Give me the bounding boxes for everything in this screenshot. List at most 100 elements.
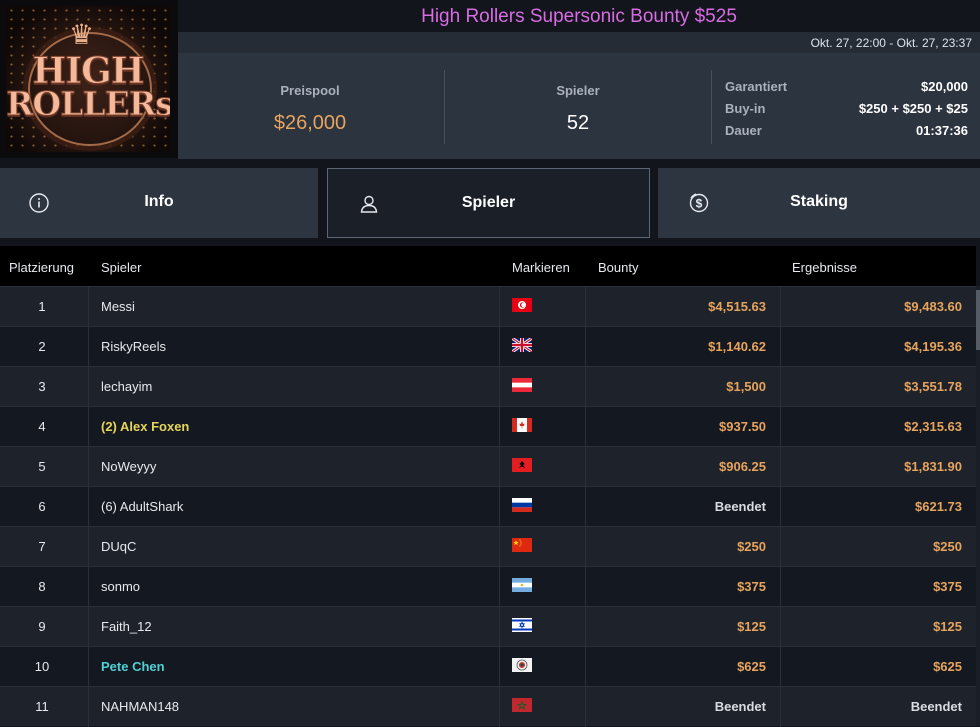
row-player-name[interactable]: NAHMAN148 xyxy=(101,699,179,714)
row-rank: 3 xyxy=(38,379,46,394)
row-result: $250 xyxy=(933,539,962,554)
buy-in-label: Buy-in xyxy=(725,101,766,116)
column-divider xyxy=(499,407,500,447)
row-player-name[interactable]: Pete Chen xyxy=(101,659,165,674)
players-count-label: Spieler xyxy=(556,83,600,98)
row-result: $1,831.90 xyxy=(904,459,962,474)
guaranteed-value: $20,000 xyxy=(921,79,968,94)
row-bounty: $375 xyxy=(737,579,766,594)
header-flag[interactable]: Markieren xyxy=(512,260,570,275)
row-bounty: $625 xyxy=(737,659,766,674)
column-divider xyxy=(88,687,89,727)
column-divider xyxy=(780,607,781,647)
row-player-name[interactable]: Messi xyxy=(101,299,135,314)
column-divider xyxy=(585,367,586,407)
row-rank: 11 xyxy=(35,699,49,714)
row-result: $375 xyxy=(933,579,962,594)
column-divider xyxy=(88,447,89,487)
row-rank: 6 xyxy=(38,499,46,514)
column-divider xyxy=(585,327,586,367)
table-row[interactable]: 2 RiskyReels $1,140.62 $4,195.36 xyxy=(0,326,976,367)
row-result: $621.73 xyxy=(915,499,962,514)
column-divider xyxy=(499,527,500,567)
header-bounty[interactable]: Bounty xyxy=(598,260,638,275)
players-count-value: 52 xyxy=(566,112,590,134)
table-row[interactable]: 6 (6) AdultShark Beendet $621.73 xyxy=(0,486,976,527)
row-result: $4,195.36 xyxy=(904,339,962,354)
logo-text-line2: ROLLERs xyxy=(6,84,170,124)
column-divider xyxy=(780,487,781,527)
column-divider xyxy=(780,447,781,487)
tab-staking[interactable]: $ Staking xyxy=(658,168,980,238)
row-rank: 9 xyxy=(38,619,46,634)
prize-pool-value: $26,000 xyxy=(273,112,347,134)
row-bounty: $906.25 xyxy=(719,459,766,474)
column-divider xyxy=(780,687,781,727)
column-divider xyxy=(585,527,586,567)
row-result: Beendet xyxy=(910,699,962,714)
table-row[interactable]: 5 NoWeyyy $906.25 $1,831.90 xyxy=(0,446,976,487)
row-player-name[interactable]: (6) AdultShark xyxy=(101,499,183,514)
column-divider xyxy=(585,647,586,687)
header-result[interactable]: Ergebnisse xyxy=(792,260,857,275)
column-divider xyxy=(88,647,89,687)
tab-info[interactable]: Info xyxy=(0,168,318,238)
row-player-name[interactable]: DUqC xyxy=(101,539,136,554)
table-row[interactable]: 9 Faith_12 $125 $125 xyxy=(0,606,976,647)
row-rank: 5 xyxy=(38,459,46,474)
column-divider xyxy=(499,607,500,647)
row-player-name[interactable]: NoWeyyy xyxy=(101,459,156,474)
column-divider xyxy=(780,367,781,407)
row-player-name[interactable]: Faith_12 xyxy=(101,619,152,634)
crown-icon: ♛ xyxy=(69,19,95,50)
header-player[interactable]: Spieler xyxy=(101,260,141,275)
header-rank[interactable]: Platzierung xyxy=(9,260,74,275)
column-divider xyxy=(780,327,781,367)
row-player-name[interactable]: sonmo xyxy=(101,579,140,594)
column-divider xyxy=(585,447,586,487)
column-divider xyxy=(88,567,89,607)
row-player-name[interactable]: lechayim xyxy=(101,379,152,394)
table-row[interactable]: 7 DUqC $250 $250 xyxy=(0,526,976,567)
guaranteed-label: Garantiert xyxy=(725,79,788,94)
table-row[interactable]: 4 (2) Alex Foxen $937.50 $2,315.63 xyxy=(0,406,976,447)
scrollbar-track[interactable] xyxy=(976,286,980,726)
table-row[interactable]: 8 sonmo $375 $375 xyxy=(0,566,976,607)
column-divider xyxy=(499,647,500,687)
row-result: $125 xyxy=(933,619,962,634)
row-bounty: $1,140.62 xyxy=(708,339,766,354)
row-bounty: $250 xyxy=(737,539,766,554)
column-divider xyxy=(88,527,89,567)
column-divider xyxy=(88,607,89,647)
row-bounty: Beendet xyxy=(714,499,766,514)
tournament-dates: Okt. 27, 22:00 - Okt. 27, 23:37 xyxy=(810,36,972,50)
column-divider xyxy=(499,687,500,727)
column-divider xyxy=(499,367,500,407)
column-divider xyxy=(88,287,89,327)
column-divider xyxy=(585,687,586,727)
row-player-name[interactable]: RiskyReels xyxy=(101,339,166,354)
players-table-header: Platzierung Spieler Markieren Bounty Erg… xyxy=(0,246,976,286)
table-row[interactable]: 1 Messi $4,515.63 $9,483.60 xyxy=(0,286,976,327)
tab-players[interactable]: Spieler xyxy=(327,168,650,238)
row-player-name[interactable]: (2) Alex Foxen xyxy=(101,419,189,434)
table-row[interactable]: 10 Pete Chen $625 $625 xyxy=(0,646,976,687)
row-result: $9,483.60 xyxy=(904,299,962,314)
column-divider xyxy=(585,487,586,527)
tab-staking-label: Staking xyxy=(790,193,848,210)
row-bounty: $1,500 xyxy=(726,379,766,394)
stats-divider xyxy=(711,70,712,144)
column-divider xyxy=(499,287,500,327)
table-row[interactable]: 3 lechayim $1,500 $3,551.78 xyxy=(0,366,976,407)
column-divider xyxy=(88,407,89,447)
scrollbar-thumb[interactable] xyxy=(976,290,980,350)
column-divider xyxy=(780,527,781,567)
row-result: $2,315.63 xyxy=(904,419,962,434)
column-divider xyxy=(585,287,586,327)
column-divider xyxy=(780,647,781,687)
duration-value: 01:37:36 xyxy=(915,123,968,138)
stats-divider xyxy=(444,70,445,144)
table-row[interactable]: 11 NAHMAN148 Beendet Beendet xyxy=(0,686,976,727)
row-bounty: $937.50 xyxy=(719,419,766,434)
tab-players-label: Spieler xyxy=(461,194,516,211)
